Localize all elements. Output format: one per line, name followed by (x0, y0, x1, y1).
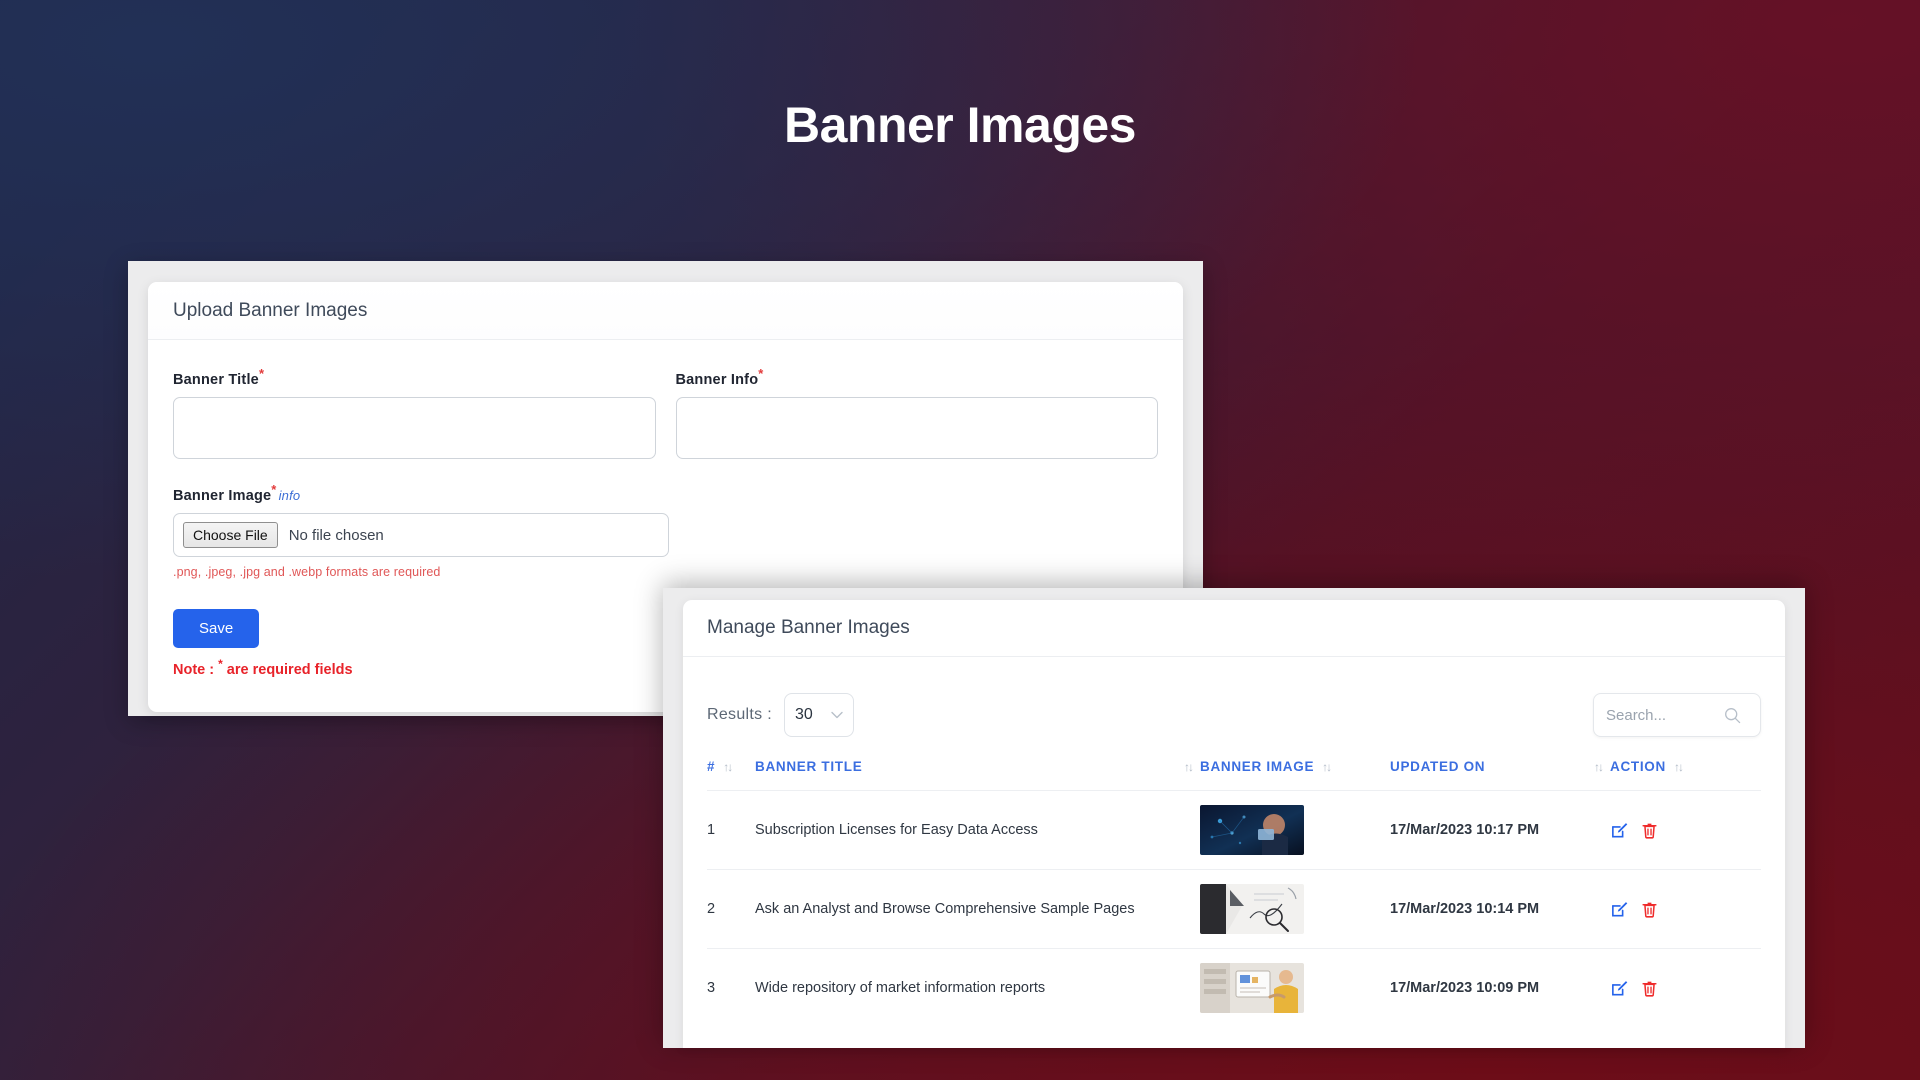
row-banner-image-cell (1200, 791, 1390, 870)
search-input[interactable] (1606, 707, 1724, 724)
file-status-text: No file chosen (289, 527, 384, 544)
row-number: 1 (707, 791, 755, 870)
banner-image-label: Banner Image*info (173, 488, 1158, 504)
column-header-banner-title[interactable]: BANNER TITLE ↑↓ (755, 759, 1200, 791)
manage-panel-backdrop: Manage Banner Images Results : 30 (663, 588, 1805, 1048)
save-button[interactable]: Save (173, 609, 259, 648)
delete-icon[interactable] (1640, 979, 1659, 998)
row-banner-title: Wide repository of market information re… (755, 949, 1200, 1028)
row-action-cell (1610, 949, 1761, 1028)
required-asterisk: * (271, 482, 276, 497)
note-prefix: Note : (173, 662, 218, 678)
required-asterisk: * (259, 366, 264, 381)
table-body: 1 Subscription Licenses for Easy Data Ac… (707, 791, 1761, 1028)
manage-card-header: Manage Banner Images (683, 600, 1785, 657)
row-updated-on: 17/Mar/2023 10:17 PM (1390, 791, 1610, 870)
row-number: 2 (707, 870, 755, 949)
row-action-cell (1610, 870, 1761, 949)
column-header-banner-title-label: BANNER TITLE (755, 759, 862, 774)
manage-banner-images-card: Manage Banner Images Results : 30 (683, 600, 1785, 1048)
column-header-action[interactable]: ACTION ↑↓ (1610, 759, 1761, 791)
sort-icon[interactable]: ↑↓ (1674, 760, 1682, 774)
banner-info-label-text: Banner Info (676, 372, 759, 388)
choose-file-button[interactable]: Choose File (183, 522, 278, 548)
banner-title-group: Banner Title* (173, 372, 656, 464)
sort-icon[interactable]: ↑↓ (723, 760, 731, 774)
banner-thumbnail (1200, 805, 1304, 855)
results-per-page-select[interactable]: 30 (784, 693, 854, 737)
row-updated-on: 17/Mar/2023 10:14 PM (1390, 870, 1610, 949)
delete-icon[interactable] (1640, 821, 1659, 840)
banner-info-input[interactable] (676, 397, 1159, 459)
column-header-action-label: ACTION (1610, 759, 1666, 774)
required-asterisk: * (758, 366, 763, 381)
note-suffix: are required fields (223, 662, 353, 678)
search-icon (1724, 707, 1741, 724)
banner-thumbnail (1200, 963, 1304, 1013)
upload-card-title: Upload Banner Images (173, 300, 367, 322)
row-action-cell (1610, 791, 1761, 870)
results-per-page-group: Results : 30 (707, 693, 854, 737)
row-banner-title: Ask an Analyst and Browse Comprehensive … (755, 870, 1200, 949)
table-controls: Results : 30 (683, 657, 1785, 737)
column-header-updated-on[interactable]: UPDATED ON ↑↓ (1390, 759, 1610, 791)
sort-icon[interactable]: ↑↓ (1184, 760, 1192, 774)
table-row: 3 Wide repository of market information … (707, 949, 1761, 1028)
results-label: Results : (707, 706, 772, 724)
column-header-number-label: # (707, 759, 715, 774)
form-row-image: Banner Image*info Choose File No file ch… (173, 488, 1158, 579)
form-row-titles: Banner Title* Banner Info* (173, 372, 1158, 464)
row-number: 3 (707, 949, 755, 1028)
column-header-banner-image[interactable]: BANNER IMAGE ↑↓ (1200, 759, 1390, 791)
file-format-hint: .png, .jpeg, .jpg and .webp formats are … (173, 565, 1158, 579)
table-head: # ↑↓ BANNER TITLE ↑↓ BANNER IMAGE (707, 759, 1761, 791)
page-title: Banner Images (0, 96, 1920, 154)
row-updated-on: 17/Mar/2023 10:09 PM (1390, 949, 1610, 1028)
sort-icon[interactable]: ↑↓ (1322, 760, 1330, 774)
sort-icon[interactable]: ↑↓ (1594, 760, 1602, 774)
column-header-banner-image-label: BANNER IMAGE (1200, 759, 1314, 774)
banner-image-file-input[interactable]: Choose File No file chosen (173, 513, 669, 557)
banner-image-label-text: Banner Image (173, 488, 271, 504)
manage-card-title: Manage Banner Images (707, 617, 910, 639)
chevron-down-icon (831, 709, 843, 721)
row-banner-image-cell (1200, 870, 1390, 949)
upload-card-header: Upload Banner Images (148, 282, 1183, 340)
results-selected-value: 30 (795, 706, 813, 724)
table-row: 2 Ask an Analyst and Browse Comprehensiv… (707, 870, 1761, 949)
row-banner-title: Subscription Licenses for Easy Data Acce… (755, 791, 1200, 870)
banner-thumbnail (1200, 884, 1304, 934)
search-box[interactable] (1593, 693, 1761, 737)
row-banner-image-cell (1200, 949, 1390, 1028)
banner-images-table: # ↑↓ BANNER TITLE ↑↓ BANNER IMAGE (707, 759, 1761, 1027)
column-header-number[interactable]: # ↑↓ (707, 759, 755, 791)
banner-info-group: Banner Info* (676, 372, 1159, 464)
column-header-updated-on-label: UPDATED ON (1390, 759, 1485, 774)
table-header-row: # ↑↓ BANNER TITLE ↑↓ BANNER IMAGE (707, 759, 1761, 791)
table-row: 1 Subscription Licenses for Easy Data Ac… (707, 791, 1761, 870)
edit-icon[interactable] (1610, 979, 1629, 998)
edit-icon[interactable] (1610, 900, 1629, 919)
banner-title-label-text: Banner Title (173, 372, 259, 388)
banner-title-input[interactable] (173, 397, 656, 459)
banner-title-label: Banner Title* (173, 372, 656, 388)
delete-icon[interactable] (1640, 900, 1659, 919)
banner-info-label: Banner Info* (676, 372, 1159, 388)
edit-icon[interactable] (1610, 821, 1629, 840)
banner-image-info-link[interactable]: info (279, 488, 301, 503)
